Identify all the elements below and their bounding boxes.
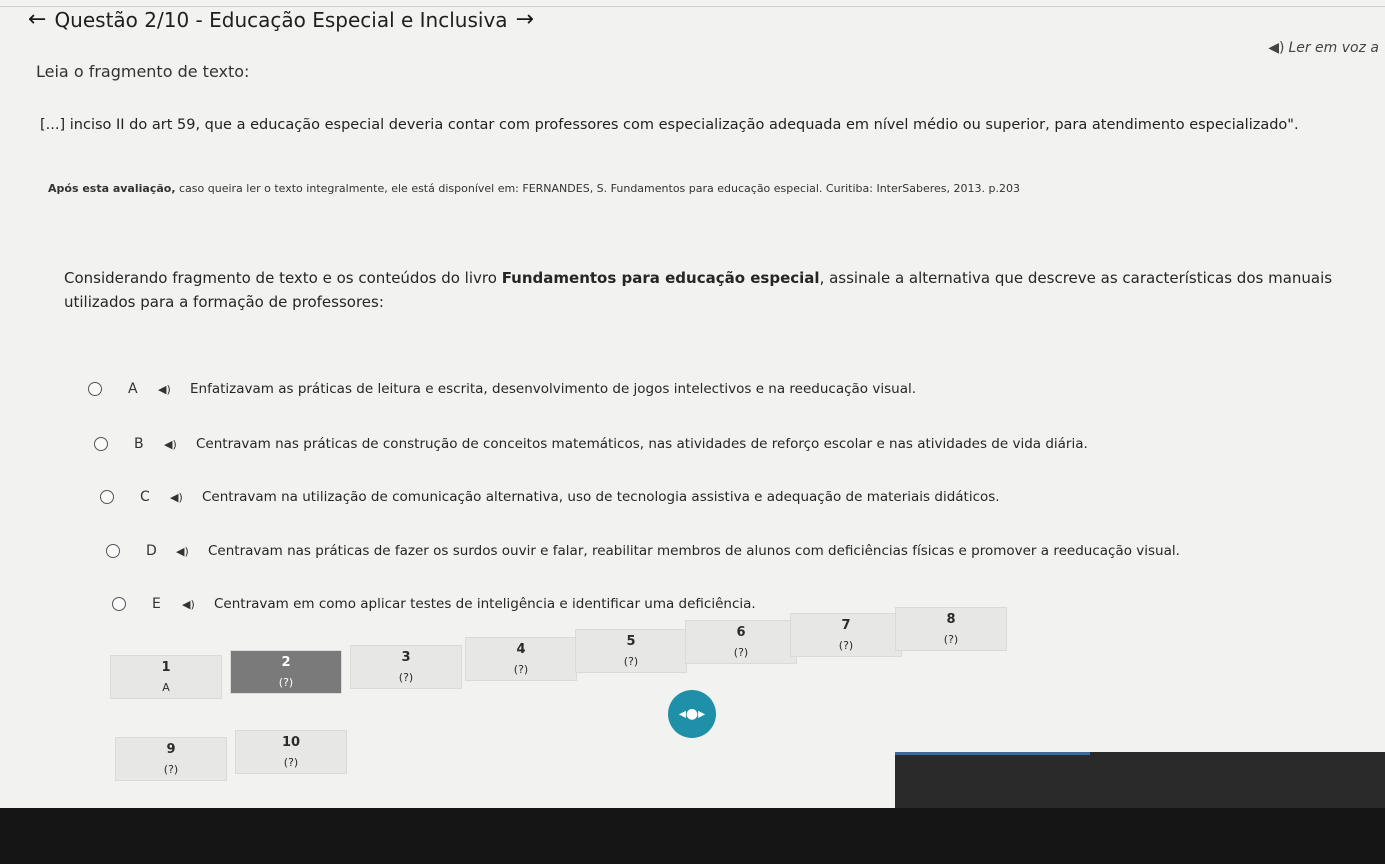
read-aloud-button[interactable]: ◀) Ler em voz a (1268, 40, 1379, 56)
nav-num: 6 (736, 625, 746, 640)
radio-a[interactable] (88, 382, 102, 396)
arrow-right-icon[interactable]: → (516, 9, 534, 31)
nav-status: (?) (278, 676, 294, 689)
nav-question-3[interactable]: 3 (?) (350, 645, 462, 689)
nav-num: 5 (626, 634, 636, 649)
speaker-icon[interactable]: ◀) (170, 491, 192, 504)
read-aloud-label: Ler em voz a (1288, 40, 1379, 56)
nav-question-2[interactable]: 2 (?) (230, 650, 342, 694)
monitor-bezel (895, 752, 1385, 808)
speaker-icon[interactable]: ◀) (176, 545, 198, 558)
radio-b[interactable] (94, 437, 108, 451)
speaker-icon[interactable]: ◀) (164, 438, 186, 451)
nav-status: (?) (838, 639, 854, 652)
nav-num: 2 (281, 655, 291, 670)
letter-c: C (140, 489, 150, 505)
source-bold: Após esta avaliação, (48, 182, 176, 195)
nav-num: 8 (946, 612, 956, 627)
arrow-left-icon[interactable]: ← (28, 9, 46, 31)
speaker-icon: ◀) (1268, 40, 1285, 56)
letter-a: A (128, 381, 138, 397)
bezel-highlight (895, 752, 1090, 755)
alternative-b-text: Centravam nas práticas de construção de … (196, 436, 1088, 452)
text-fragment: [...] inciso II do art 59, que a educaçã… (40, 117, 1299, 133)
alternative-b[interactable]: B ◀) Centravam nas práticas de construçã… (94, 436, 1088, 452)
nav-status: (?) (513, 663, 529, 676)
radio-c[interactable] (100, 490, 114, 504)
nav-question-10[interactable]: 10 (?) (235, 730, 347, 774)
speaker-icon[interactable]: ◀) (158, 383, 180, 396)
nav-status: A (162, 681, 170, 694)
source-citation: Após esta avaliação, caso queira ler o t… (48, 182, 1020, 195)
question-header: ← Questão 2/10 - Educação Especial e Inc… (28, 8, 534, 32)
question-title: Questão 2/10 - Educação Especial e Inclu… (54, 8, 508, 32)
source-text: caso queira ler o texto integralmente, e… (175, 182, 1020, 195)
alternative-a[interactable]: A ◀) Enfatizavam as práticas de leitura … (88, 381, 916, 397)
alternative-a-text: Enfatizavam as práticas de leitura e esc… (190, 381, 917, 397)
nav-question-7[interactable]: 7 (?) (790, 613, 902, 657)
top-divider (0, 6, 1385, 7)
intro-text: Leia o fragmento de texto: (36, 62, 250, 81)
question-navigator: 1 A 2 (?) 3 (?) 4 (?) 5 (?) 6 (?) 7 (?) … (110, 605, 1007, 815)
nav-status: (?) (943, 633, 959, 646)
nav-question-6[interactable]: 6 (?) (685, 620, 797, 664)
letter-b: B (134, 436, 144, 452)
alternative-c[interactable]: C ◀) Centravam na utilização de comunica… (100, 489, 1000, 505)
question-part1: Considerando fragmento de texto e os con… (64, 269, 502, 287)
alternative-d-text: Centravam nas práticas de fazer os surdo… (208, 543, 1180, 559)
nav-status: (?) (623, 655, 639, 668)
nav-question-1[interactable]: 1 A (110, 655, 222, 699)
nav-question-8[interactable]: 8 (?) (895, 607, 1007, 651)
radio-d[interactable] (106, 544, 120, 558)
nav-num: 10 (281, 735, 301, 750)
alternative-d[interactable]: D ◀) Centravam nas práticas de fazer os … (106, 543, 1180, 559)
nav-num: 9 (166, 742, 176, 757)
nav-num: 3 (401, 650, 411, 665)
nav-status: (?) (283, 756, 299, 769)
nav-num: 1 (161, 660, 171, 675)
nav-status: (?) (733, 646, 749, 659)
question-book: Fundamentos para educação especial (501, 269, 820, 287)
navigation-pad-icon[interactable]: ◂●▸ (668, 690, 716, 738)
nav-question-4[interactable]: 4 (?) (465, 637, 577, 681)
letter-d: D (146, 543, 157, 559)
nav-status: (?) (163, 763, 179, 776)
nav-status: (?) (398, 671, 414, 684)
desk-area (0, 808, 1385, 864)
nav-question-5[interactable]: 5 (?) (575, 629, 687, 673)
question-statement: Considerando fragmento de texto e os con… (64, 266, 1364, 314)
alternative-c-text: Centravam na utilização de comunicação a… (202, 489, 1000, 505)
nav-question-9[interactable]: 9 (?) (115, 737, 227, 781)
nav-num: 4 (516, 642, 526, 657)
nav-num: 7 (841, 618, 851, 633)
